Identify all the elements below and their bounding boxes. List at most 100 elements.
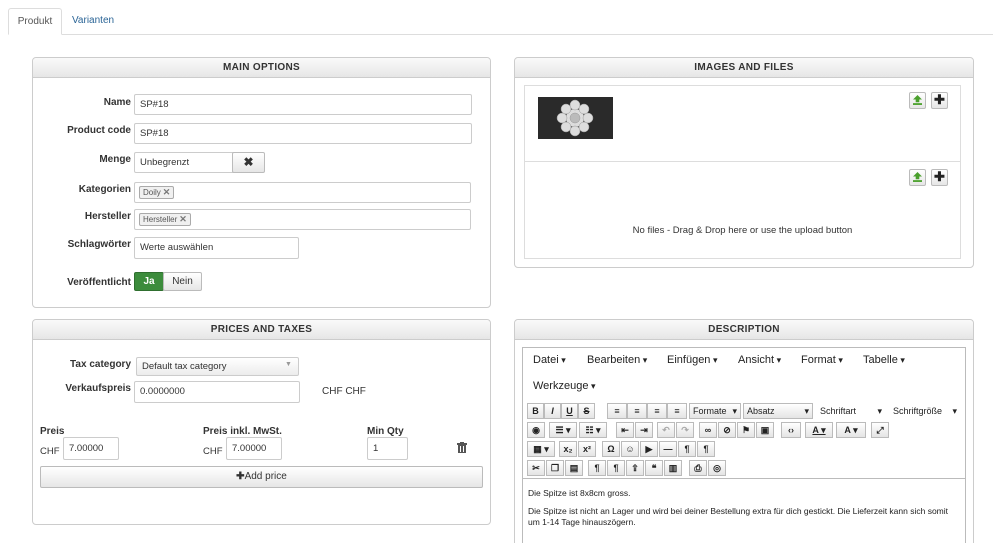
verkaufspreis-currency: CHF CHF [322,386,366,397]
media-icon[interactable]: ▶ [640,441,658,457]
redo-icon[interactable]: ↷ [676,422,694,438]
subscript-icon[interactable]: x₂ [559,441,577,457]
absatz-select[interactable]: Absatz [743,403,813,419]
schriftgroesse-select[interactable]: Schriftgröße [889,403,961,419]
published-no-button[interactable]: Nein [163,272,202,291]
schlagwoerter-label: Schlagwörter [67,239,131,250]
add-price-button[interactable]: ✚Add price [40,466,483,488]
copy-icon[interactable]: ❐ [546,460,564,476]
tag-remove-icon[interactable]: ✕ [163,187,171,197]
verkaufspreis-input[interactable]: 0.0000000 [134,381,300,403]
indent-icon[interactable]: ⇥ [635,422,653,438]
description-editor[interactable]: Die Spitze ist 8x8cm gross. Die Spitze i… [522,478,965,543]
kategorien-input[interactable]: Doily ✕ [134,182,471,203]
table-icon[interactable]: ▦ ▾ [527,441,555,457]
col-preis-label: Preis [40,426,65,437]
insert-icon[interactable]: ⇪ [626,460,644,476]
tax-category-select[interactable]: Default tax category [136,357,299,376]
image-icon[interactable]: ▣ [756,422,774,438]
preis-input[interactable]: 7.00000 [63,437,119,460]
product-code-label: Product code [67,125,131,136]
align-justify-icon[interactable]: ≡ [667,403,687,419]
bold-button[interactable]: B [527,403,544,419]
tab-bar: Produkt Varianten [8,8,993,35]
published-yes-button[interactable]: Ja [134,272,164,291]
preis-inkl-currency: CHF [203,446,223,457]
tab-varianten[interactable]: Varianten [62,8,124,35]
menu-bearbeiten[interactable]: Bearbeiten [587,354,647,366]
kategorien-label: Kategorien [78,184,131,195]
undo-icon[interactable]: ↶ [657,422,675,438]
background-color-icon[interactable]: A ▾ [836,422,866,438]
tax-category-label: Tax category [70,359,131,370]
ltr-icon[interactable]: ¶ [678,441,696,457]
name-input[interactable]: SP#18 [134,94,472,115]
add-file-button[interactable]: ✚ [931,169,948,186]
menu-datei[interactable]: Datei [533,354,566,366]
kategorie-tag-label: Doily [143,188,161,197]
numbered-list-icon[interactable]: ☷ ▾ [579,422,607,438]
preview-icon[interactable]: ◎ [708,460,726,476]
code-icon[interactable]: ‹› [781,422,801,438]
tab-produkt[interactable]: Produkt [8,8,62,35]
plus-icon: ✚ [236,471,245,482]
horizontal-rule-icon[interactable]: — [659,441,677,457]
col-preis-inkl-label: Preis inkl. MwSt. [203,426,282,437]
text-color-icon[interactable]: A ▾ [805,422,833,438]
trash-icon[interactable] [457,442,467,453]
add-price-label: Add price [244,471,287,482]
align-center-icon[interactable]: ≡ [627,403,647,419]
menge-clear-button[interactable]: ✖ [232,152,265,173]
template-icon[interactable]: ▥ [664,460,682,476]
link-icon[interactable]: ∞ [699,422,717,438]
italic-button[interactable]: I [544,403,561,419]
rtl-icon[interactable]: ¶ [697,441,715,457]
add-image-button[interactable]: ✚ [931,92,948,109]
schriftart-select[interactable]: Schriftart [816,403,886,419]
menu-werkzeuge[interactable]: Werkzeuge [533,380,595,392]
menge-input[interactable]: Unbegrenzt [134,152,234,173]
cut-icon[interactable]: ✂ [527,460,545,476]
prices-panel: PRICES AND TAXES [32,319,491,525]
strikethrough-button[interactable]: S [578,403,595,419]
hersteller-input[interactable]: Hersteller ✕ [134,209,471,230]
verkaufspreis-label: Verkaufspreis [65,383,131,394]
emoticon-icon[interactable]: ☺ [621,441,639,457]
chevron-down-icon: ▼ [285,361,292,368]
preis-inkl-input[interactable]: 7.00000 [226,437,282,460]
align-left-icon[interactable]: ≡ [607,403,627,419]
menu-format[interactable]: Format [801,354,843,366]
name-label: Name [103,97,131,108]
tag-remove-icon[interactable]: ✕ [179,214,187,224]
superscript-icon[interactable]: x² [578,441,596,457]
no-files-text: No files - Drag & Drop here or use the u… [632,225,853,236]
underline-button[interactable]: U [561,403,578,419]
upload-file-button[interactable] [909,169,926,186]
menu-ansicht[interactable]: Ansicht [738,354,781,366]
upload-image-button[interactable] [909,92,926,109]
find-replace-icon[interactable]: ◉ [527,422,545,438]
menu-einfuegen[interactable]: Einfügen [667,354,717,366]
fullscreen-icon[interactable]: ⤢ [871,422,889,438]
product-code-input[interactable]: SP#18 [134,123,472,144]
product-image-thumbnail[interactable] [538,97,613,139]
unlink-icon[interactable]: ⊘ [718,422,736,438]
blockquote-icon[interactable]: ❝ [645,460,663,476]
formats-select[interactable]: Formate [689,403,741,419]
paragraph-icon[interactable]: ¶ [588,460,606,476]
print-icon[interactable]: ⎙ [689,460,707,476]
bullet-list-icon[interactable]: ☰ ▾ [549,422,577,438]
hersteller-tag-label: Hersteller [143,215,178,224]
menu-tabelle[interactable]: Tabelle [863,354,905,366]
kategorie-tag: Doily ✕ [139,186,175,199]
schlagwoerter-input[interactable]: Werte auswählen [134,237,299,259]
anchor-icon[interactable]: ⚑ [737,422,755,438]
outdent-icon[interactable]: ⇤ [616,422,634,438]
paste-icon[interactable]: ▤ [565,460,583,476]
paragraph-alt-icon[interactable]: ¶ [607,460,625,476]
special-char-icon[interactable]: Ω [602,441,620,457]
description-paragraph: Die Spitze ist 8x8cm gross. [528,488,631,498]
min-qty-input[interactable]: 1 [367,437,408,460]
file-dropzone[interactable] [524,161,961,259]
align-right-icon[interactable]: ≡ [647,403,667,419]
